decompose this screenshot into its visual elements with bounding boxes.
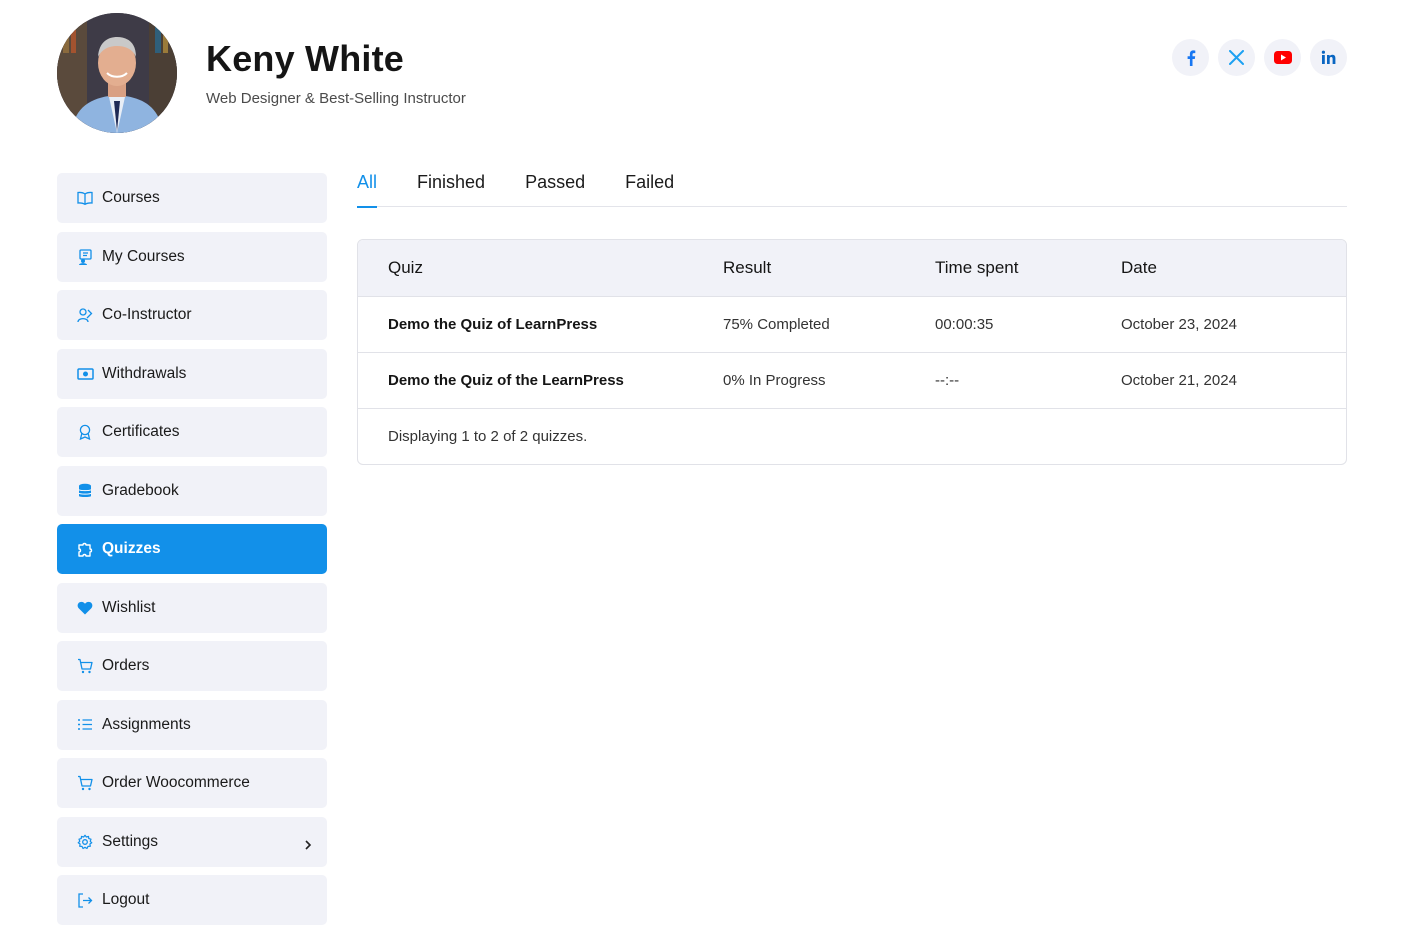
- users-icon: [76, 306, 94, 324]
- table-footer: Displaying 1 to 2 of 2 quizzes.: [388, 428, 588, 445]
- column-header-date: Date: [1121, 258, 1157, 277]
- sidebar-item-label: Settings: [102, 832, 159, 850]
- sidebar-item-gradebook[interactable]: Gradebook: [57, 465, 327, 516]
- cart-icon: [76, 774, 94, 792]
- quiz-filter-tabs: All Finished Passed Failed: [357, 166, 1347, 208]
- sidebar-item-co-instructor[interactable]: Co-Instructor: [57, 290, 327, 340]
- quiz-time-cell: 00:00:35: [935, 316, 994, 333]
- sidebar-nav: Courses My Courses Co-Instructor Withdra…: [57, 173, 327, 934]
- quiz-result-cell: 75% Completed: [723, 316, 830, 333]
- sidebar-item-wishlist[interactable]: Wishlist: [57, 582, 327, 633]
- youtube-icon[interactable]: [1264, 39, 1301, 76]
- column-header-result: Result: [723, 258, 772, 277]
- avatar: [57, 13, 177, 133]
- facebook-icon[interactable]: [1172, 39, 1209, 76]
- sidebar-item-withdrawals[interactable]: Withdrawals: [57, 348, 327, 399]
- sidebar-item-my-courses[interactable]: My Courses: [57, 231, 327, 282]
- money-icon: [76, 365, 94, 383]
- sidebar-item-label: Co-Instructor: [102, 306, 192, 323]
- gear-icon: [76, 833, 94, 851]
- profile-name: Keny White: [206, 38, 405, 79]
- tab-failed[interactable]: Failed: [625, 166, 674, 207]
- award-icon: [76, 423, 94, 441]
- sidebar-item-label: Wishlist: [102, 598, 156, 616]
- sidebar-item-certificates[interactable]: Certificates: [57, 407, 327, 457]
- book-open-icon: [76, 189, 94, 207]
- linkedin-icon[interactable]: [1310, 39, 1347, 76]
- quiz-name-cell[interactable]: Demo the Quiz of LearnPress: [358, 316, 723, 333]
- quiz-result-cell: 0% In Progress: [723, 372, 826, 389]
- sidebar-item-label: Courses: [102, 189, 160, 206]
- database-icon: [76, 482, 94, 500]
- chevron-right-icon: [303, 837, 313, 850]
- quiz-date-cell: October 21, 2024: [1121, 372, 1237, 389]
- sidebar-item-label: Certificates: [102, 423, 180, 440]
- heart-icon: [76, 599, 94, 617]
- profile-role: Web Designer & Best-Selling Instructor: [206, 90, 466, 107]
- cart-icon: [76, 657, 94, 675]
- sidebar-item-assignments[interactable]: Assignments: [57, 699, 327, 750]
- sidebar-item-label: Withdrawals: [102, 364, 187, 382]
- sidebar-item-label: Logout: [102, 891, 150, 908]
- quiz-time-cell: --:--: [935, 372, 960, 389]
- puzzle-icon: [76, 540, 94, 558]
- sidebar-item-orders[interactable]: Orders: [57, 641, 327, 691]
- sidebar-item-courses[interactable]: Courses: [57, 173, 327, 223]
- x-twitter-icon[interactable]: [1218, 39, 1255, 76]
- sidebar-item-label: Order Woocommerce: [102, 774, 250, 791]
- sidebar-item-order-woocommerce[interactable]: Order Woocommerce: [57, 758, 327, 808]
- table-header-row: Quiz Result Time spent Date: [358, 240, 1346, 297]
- tab-all[interactable]: All: [357, 166, 378, 208]
- column-header-quiz: Quiz: [388, 258, 423, 277]
- list-icon: [76, 716, 94, 734]
- sidebar-item-quizzes[interactable]: Quizzes: [57, 524, 327, 574]
- column-header-time-spent: Time spent: [935, 258, 1019, 277]
- sidebar-item-label: My Courses: [102, 247, 185, 265]
- quiz-date-cell: October 23, 2024: [1121, 316, 1237, 333]
- sidebar-item-label: Gradebook: [102, 481, 179, 499]
- tab-finished[interactable]: Finished: [417, 166, 485, 207]
- logout-icon: [76, 891, 94, 909]
- tab-passed[interactable]: Passed: [525, 166, 585, 207]
- sidebar-item-logout[interactable]: Logout: [57, 875, 327, 925]
- quizzes-table: Quiz Result Time spent Date Demo the Qui…: [357, 239, 1347, 465]
- table-row: Demo the Quiz of the LearnPress 0% In Pr…: [358, 353, 1346, 409]
- social-links: [1172, 39, 1347, 76]
- sidebar-item-label: Quizzes: [102, 540, 161, 557]
- sidebar-item-label: Assignments: [102, 715, 191, 733]
- my-courses-icon: [76, 248, 94, 266]
- quiz-name-cell[interactable]: Demo the Quiz of the LearnPress: [358, 372, 723, 389]
- sidebar-item-settings[interactable]: Settings: [57, 816, 327, 867]
- sidebar-item-label: Orders: [102, 657, 150, 674]
- table-row: Demo the Quiz of LearnPress 75% Complete…: [358, 297, 1346, 353]
